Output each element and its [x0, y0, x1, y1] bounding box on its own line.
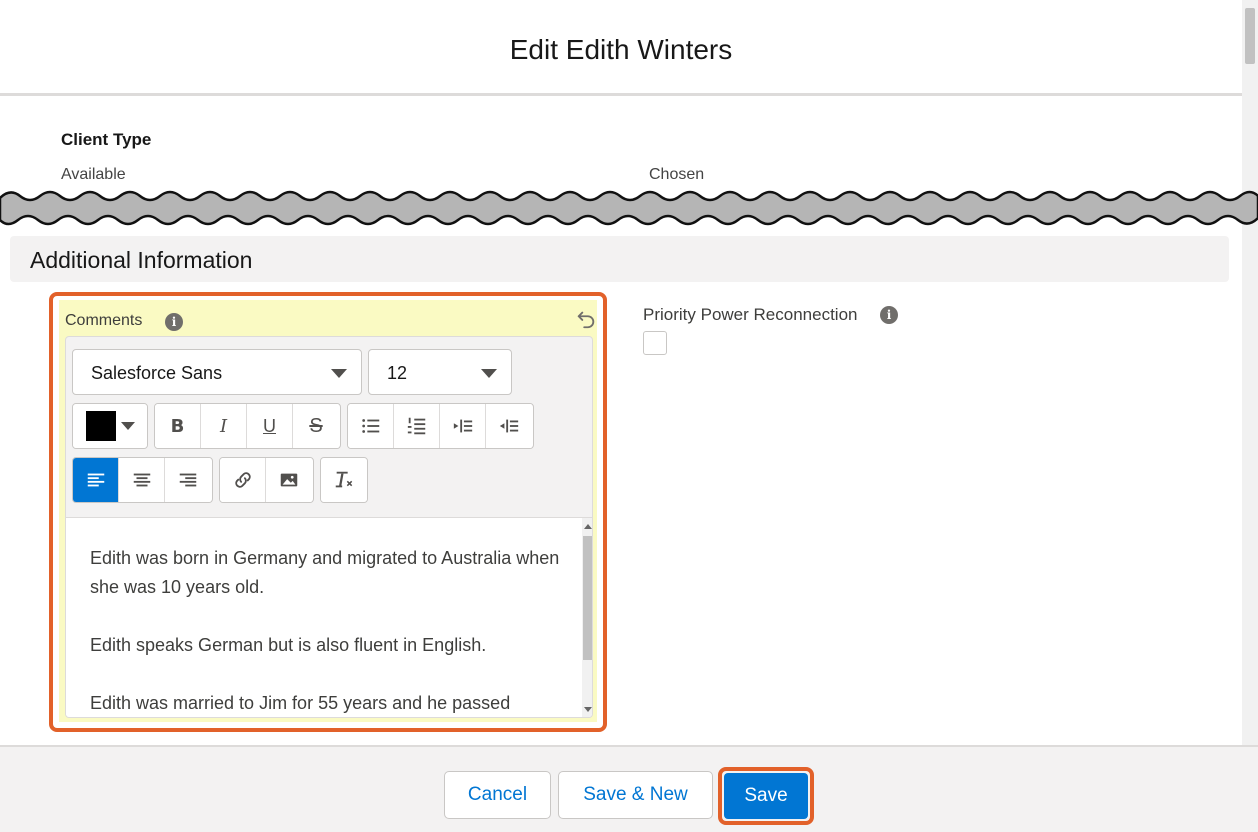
align-right-icon: [179, 473, 197, 487]
text-color-button[interactable]: [73, 404, 147, 448]
scroll-up-icon[interactable]: [584, 524, 592, 529]
strikethrough-icon: S: [309, 414, 323, 437]
comments-label: Comments: [65, 312, 143, 329]
rich-text-editor: Salesforce Sans 12 B I U S Edith was bor…: [65, 336, 593, 718]
save-button[interactable]: Save: [724, 773, 808, 819]
font-size-select[interactable]: 12: [368, 349, 512, 395]
align-group: [72, 457, 213, 503]
comment-paragraph: Edith was born in Germany and migrated t…: [90, 548, 560, 597]
align-right-button[interactable]: [165, 458, 211, 502]
font-family-value: Salesforce Sans: [91, 363, 223, 383]
section-header[interactable]: Additional Information: [10, 236, 1229, 282]
chosen-label: Chosen: [649, 166, 705, 183]
bullet-list-button[interactable]: [348, 404, 394, 448]
save-highlight: Save: [718, 767, 814, 825]
torn-edge-divider: [0, 190, 1258, 226]
undo-icon[interactable]: [575, 308, 597, 330]
chevron-down-icon: [121, 422, 135, 430]
underline-button[interactable]: U: [247, 404, 293, 448]
edit-record-modal: Edit Edith Winters Client Type Available…: [0, 0, 1258, 832]
font-family-select[interactable]: Salesforce Sans: [72, 349, 362, 395]
comment-paragraph: Edith was married to Jim for 55 years an…: [90, 693, 511, 713]
comments-highlight: Comments i Salesforce Sans 12 B I U S Ed…: [49, 292, 607, 732]
numbered-list-button[interactable]: [394, 404, 440, 448]
insert-group: [219, 457, 314, 503]
link-icon: [234, 472, 251, 488]
align-center-button[interactable]: [119, 458, 165, 502]
italic-button[interactable]: I: [201, 404, 247, 448]
chevron-down-icon: [331, 369, 347, 378]
bold-icon: B: [170, 415, 185, 437]
indent-icon: [453, 419, 472, 433]
editor-content[interactable]: Edith was born in Germany and migrated t…: [90, 544, 570, 717]
info-icon[interactable]: i: [165, 313, 183, 331]
outdent-icon: [499, 419, 519, 433]
format-group: B I U S: [154, 403, 341, 449]
scrollbar-thumb[interactable]: [583, 536, 592, 660]
cancel-button[interactable]: Cancel: [444, 771, 551, 819]
color-group: [72, 403, 148, 449]
modal-title: Edit Edith Winters: [509, 34, 733, 65]
modal-header: Edit Edith Winters: [0, 0, 1242, 96]
numbered-list-icon: [407, 417, 425, 435]
underline-icon: U: [263, 415, 276, 436]
comments-field: Comments i Salesforce Sans 12 B I U S Ed…: [59, 300, 597, 722]
strikethrough-button[interactable]: S: [293, 404, 339, 448]
client-type-label: Client Type: [61, 130, 152, 149]
comment-paragraph: Edith speaks German but is also fluent i…: [90, 635, 487, 655]
section-title: Additional Information: [30, 247, 253, 273]
bullet-list-icon: [361, 419, 379, 433]
font-size-value: 12: [387, 363, 408, 383]
priority-label: Priority Power Reconnection: [643, 305, 858, 324]
comments-editor[interactable]: Edith was born in Germany and migrated t…: [66, 517, 592, 717]
modal-footer: Cancel Save & New Save: [0, 745, 1258, 832]
bold-button[interactable]: B: [155, 404, 201, 448]
page-scrollbar[interactable]: [1242, 0, 1258, 745]
outdent-button[interactable]: [486, 404, 532, 448]
save-new-button[interactable]: Save & New: [558, 771, 713, 819]
clear-formatting-icon: [335, 471, 353, 488]
scroll-down-icon[interactable]: [584, 707, 592, 712]
list-group: [347, 403, 534, 449]
info-icon[interactable]: i: [880, 306, 898, 324]
available-label: Available: [61, 166, 126, 183]
italic-icon: I: [219, 415, 228, 437]
link-button[interactable]: [220, 458, 266, 502]
clear-group: [320, 457, 368, 503]
editor-scrollbar[interactable]: [582, 518, 592, 717]
priority-checkbox[interactable]: [643, 331, 667, 355]
align-left-icon: [87, 473, 104, 487]
chevron-down-icon: [481, 369, 497, 378]
clear-formatting-button[interactable]: [321, 458, 367, 502]
image-button[interactable]: [266, 458, 312, 502]
text-color-icon: [86, 411, 116, 441]
indent-button[interactable]: [440, 404, 486, 448]
align-center-icon: [133, 473, 150, 487]
image-icon: [280, 473, 298, 487]
align-left-button[interactable]: [73, 458, 119, 502]
scrollbar-thumb[interactable]: [1245, 8, 1255, 64]
